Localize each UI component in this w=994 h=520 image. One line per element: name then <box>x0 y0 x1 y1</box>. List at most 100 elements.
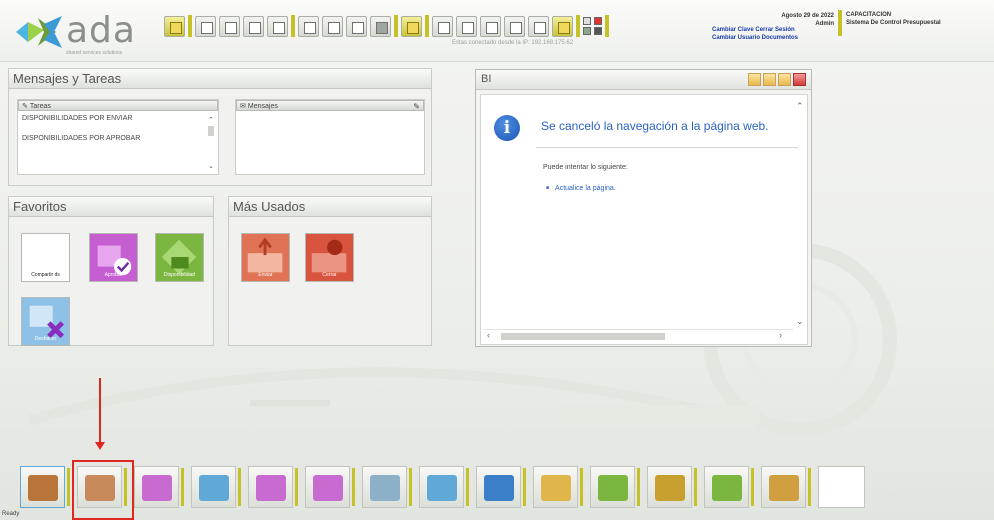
dock-item-calculator[interactable] <box>248 466 293 508</box>
scroll-thumb <box>501 333 665 340</box>
help-button[interactable] <box>401 15 422 37</box>
transfer-icon <box>199 475 229 501</box>
navigation-canceled-title: Se canceló la navegación a la página web… <box>541 119 769 133</box>
view-icon <box>427 475 457 501</box>
messages-icon: ✉ <box>240 103 246 110</box>
approve-doc-icon <box>313 475 343 501</box>
maximize-window-button[interactable] <box>778 73 791 86</box>
tasks-header: ✎ Tareas <box>18 100 218 111</box>
dashboard-icon <box>484 475 514 501</box>
close-window-button[interactable] <box>793 73 806 86</box>
minimize-window-button[interactable] <box>763 73 776 86</box>
scroll-left-icon: ‹ <box>487 330 490 340</box>
task-item[interactable]: DISPONIBILIDADES POR APROBAR <box>18 131 218 151</box>
dock-separator <box>523 468 526 506</box>
dock-item-blank[interactable] <box>818 466 865 508</box>
reload-button[interactable] <box>267 15 288 37</box>
change-doc-user-link[interactable]: Cambiar Usuario Documentos <box>712 34 798 42</box>
ada-logo: ada shared services solutions <box>14 8 154 56</box>
dock-item-transfer[interactable] <box>191 466 236 508</box>
window-button[interactable] <box>346 15 367 37</box>
toolbar-separator <box>291 15 295 37</box>
calculator-icon <box>256 475 286 501</box>
favorite-tile-disponibilidad[interactable]: Disponibilidad <box>155 233 204 282</box>
calendar-button[interactable] <box>480 15 501 37</box>
window-controls-2 <box>594 17 602 35</box>
current-user: Admin <box>815 21 834 27</box>
ada-logo-mark-icon <box>16 16 62 48</box>
status-icon <box>594 27 602 35</box>
globe-money-icon <box>712 475 742 501</box>
system-name: Sistema De Control Presupuestal <box>846 20 941 26</box>
main-toolbar <box>164 14 609 38</box>
suggestion-text: Puede intentar lo siguiente: <box>543 164 628 171</box>
task-item[interactable]: DISPONIBILIDADES POR ENVIAR <box>18 111 218 131</box>
tile-label: Aprobar <box>104 272 123 278</box>
scroll-down-icon: ⌄ <box>796 316 804 326</box>
mail-button[interactable] <box>456 15 477 37</box>
money-icon <box>541 475 571 501</box>
new-message-icon[interactable]: ✎ <box>413 101 420 112</box>
most-used-tile-enviar[interactable]: Enviar <box>241 233 290 282</box>
coins-icon <box>769 475 799 501</box>
print-button[interactable] <box>370 15 391 37</box>
dock-item-approve-doc[interactable] <box>305 466 350 508</box>
help-window-button[interactable] <box>748 73 761 86</box>
chart-button[interactable] <box>504 15 525 37</box>
tasks-scrollbar[interactable]: ⌃ ⌄ <box>207 114 216 172</box>
dock-item-money[interactable] <box>533 466 578 508</box>
dock-separator <box>67 468 70 506</box>
current-date: Agosto 29 de 2022 <box>781 13 834 19</box>
messages-tasks-panel: Mensajes y Tareas ✎ Tareas DISPONIBILIDAD… <box>8 68 432 186</box>
annotation-highlight-box <box>72 460 134 520</box>
tile-label: Cerrar <box>322 272 337 278</box>
dock-item-coins[interactable] <box>761 466 806 508</box>
dock-item-cash[interactable] <box>647 466 692 508</box>
notes-button[interactable] <box>552 15 573 37</box>
dock-item-globe-money[interactable] <box>704 466 749 508</box>
camera-button[interactable] <box>432 15 453 37</box>
scroll-up-icon: ⌃ <box>796 101 804 111</box>
dock-separator <box>694 468 697 506</box>
divider <box>536 147 798 148</box>
close-app-icon[interactable] <box>594 17 602 25</box>
logo-tagline: shared services solutions <box>66 50 123 56</box>
session-info: Agosto 29 de 2022 Admin <box>746 12 834 28</box>
toolbar-separator <box>425 15 429 37</box>
dock-item-view[interactable] <box>419 466 464 508</box>
bi-window: BI i Se canceló la navegación a la págin… <box>475 69 812 347</box>
minimize-icon[interactable] <box>583 27 591 35</box>
tile-label: Compartir ds <box>31 272 60 278</box>
tile-label: Disponibilidad <box>163 272 196 278</box>
settings-button[interactable] <box>528 15 549 37</box>
search-button[interactable] <box>322 15 343 37</box>
status-bar: Ready <box>2 511 20 517</box>
dock-item-user-help[interactable] <box>134 466 179 508</box>
dock-item-dashboard[interactable] <box>476 466 521 508</box>
messages-header: ✉ Mensajes ✎ <box>236 100 424 111</box>
restore-icon[interactable] <box>583 17 591 25</box>
image-button[interactable] <box>219 15 240 37</box>
dock-item-folders[interactable] <box>20 466 65 508</box>
dock-separator <box>352 468 355 506</box>
dock-item-recycle-money[interactable] <box>590 466 635 508</box>
refresh-page-link[interactable]: Actualice la página. <box>546 185 616 192</box>
dock-item-checklist[interactable] <box>362 466 407 508</box>
favorite-tile-deshacer[interactable]: Deshacer <box>21 297 70 346</box>
bi-vertical-scrollbar[interactable]: ⌃ ⌄ <box>795 97 805 327</box>
bi-browser-content: i Se canceló la navegación a la página w… <box>480 94 808 345</box>
document-button[interactable] <box>195 15 216 37</box>
dock-separator <box>295 468 298 506</box>
cash-icon <box>655 475 685 501</box>
toolbar-separator <box>394 15 398 37</box>
most-used-tile-cerrar[interactable]: Cerrar <box>305 233 354 282</box>
favorite-tile-compartir[interactable]: Compartir ds <box>21 233 70 282</box>
list-button[interactable] <box>298 15 319 37</box>
toolbar-separator <box>576 15 580 37</box>
panel-title: Más Usados <box>229 197 431 217</box>
favorite-tile-aprobar[interactable]: Aprobar <box>89 233 138 282</box>
open-folder-button[interactable] <box>164 15 185 37</box>
bi-horizontal-scrollbar[interactable]: ‹ › <box>483 329 793 342</box>
report-button[interactable] <box>243 15 264 37</box>
dock-separator <box>637 468 640 506</box>
